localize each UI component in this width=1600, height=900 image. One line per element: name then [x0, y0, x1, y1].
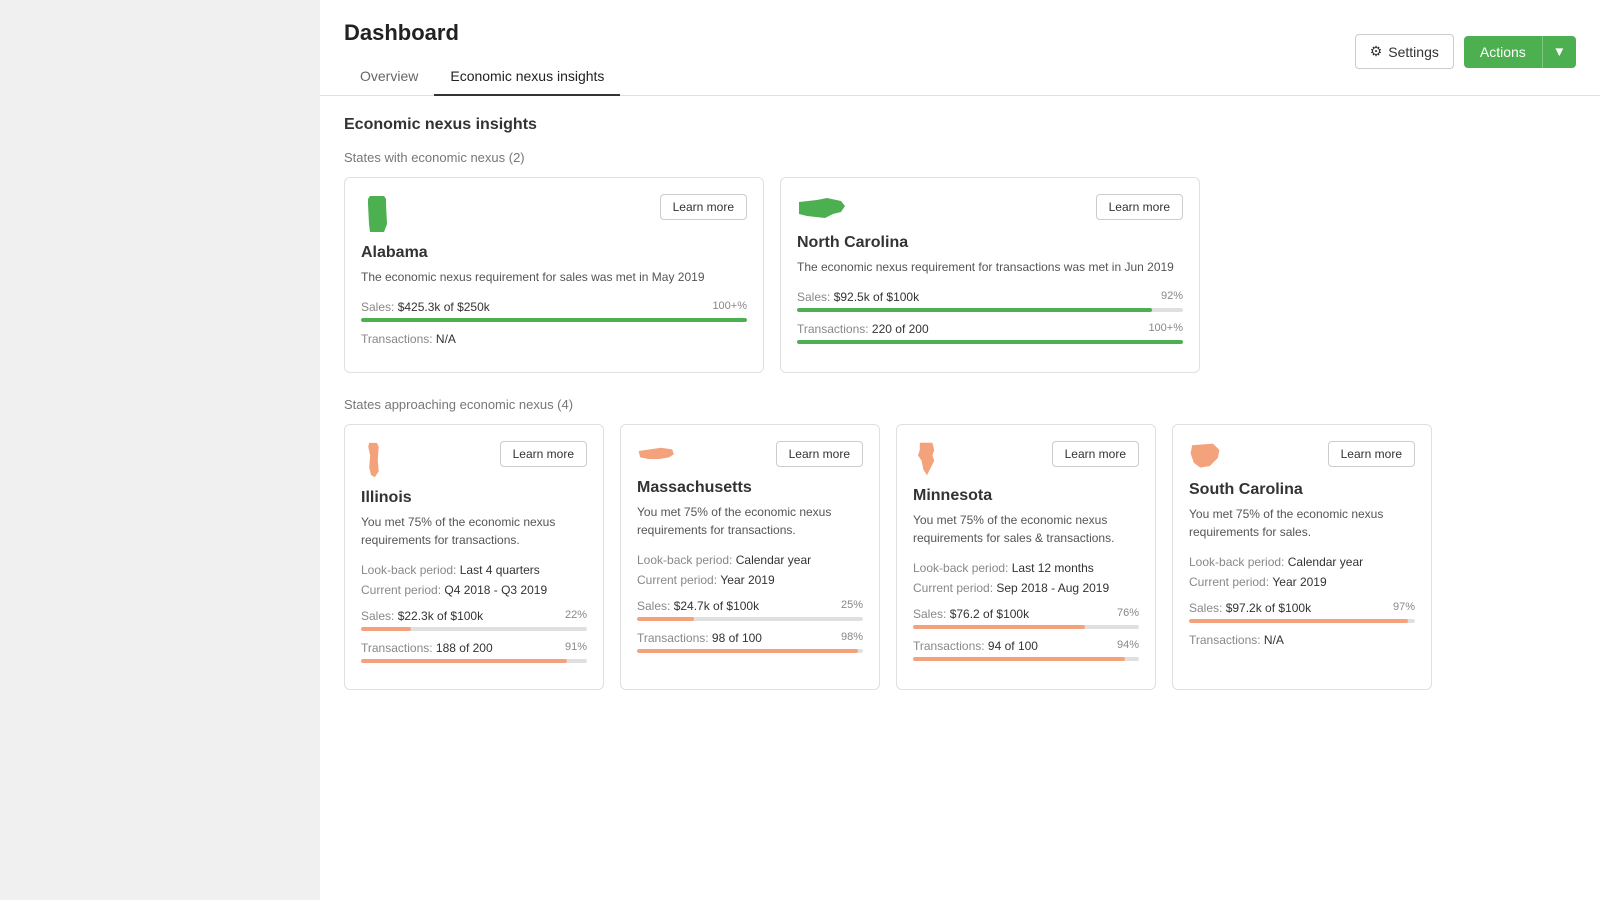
south-carolina-icon [1189, 441, 1221, 471]
sc-learn-more-button[interactable]: Learn more [1328, 441, 1415, 467]
illinois-transactions-bar [361, 659, 587, 663]
sc-desc: You met 75% of the economic nexus requir… [1189, 505, 1415, 541]
actions-button-group: Actions ▼ [1464, 36, 1576, 68]
illinois-icon [361, 441, 385, 479]
nc-transactions-bar [797, 340, 1183, 344]
ma-current: Current period: Year 2019 [637, 573, 863, 587]
mn-learn-more-button[interactable]: Learn more [1052, 441, 1139, 467]
illinois-name: Illinois [361, 489, 587, 507]
nexus-cards-row: Learn more Alabama The economic nexus re… [344, 177, 1576, 373]
ma-sales-metric: Sales: $24.7k of $100k 25% [637, 599, 863, 621]
mn-desc: You met 75% of the economic nexus requir… [913, 511, 1139, 547]
ma-transactions-metric: Transactions: 98 of 100 98% [637, 631, 863, 653]
header-right: ⚙ Settings Actions ▼ [1355, 34, 1576, 81]
alabama-learn-more-button[interactable]: Learn more [660, 194, 747, 220]
alabama-transactions-metric: Transactions: N/A [361, 332, 747, 346]
card-sc-header: Learn more [1189, 441, 1415, 471]
ma-learn-more-button[interactable]: Learn more [776, 441, 863, 467]
section-title: Economic nexus insights [344, 116, 1576, 134]
nexus-subsection-title: States with economic nexus (2) [344, 150, 1576, 165]
card-illinois-header: Learn more [361, 441, 587, 479]
ma-transactions-bar [637, 649, 863, 653]
mn-sales-bar [913, 625, 1139, 629]
illinois-learn-more-button[interactable]: Learn more [500, 441, 587, 467]
card-minnesota: Learn more Minnesota You met 75% of the … [896, 424, 1156, 690]
card-mn-header: Learn more [913, 441, 1139, 477]
card-south-carolina: Learn more South Carolina You met 75% of… [1172, 424, 1432, 690]
mn-transactions-metric: Transactions: 94 of 100 94% [913, 639, 1139, 661]
minnesota-icon [913, 441, 941, 477]
approaching-cards-row: Learn more Illinois You met 75% of the e… [344, 424, 1576, 690]
illinois-current: Current period: Q4 2018 - Q3 2019 [361, 583, 587, 597]
ma-sales-bar [637, 617, 863, 621]
card-ma-header: Learn more [637, 441, 863, 469]
sc-sales-bar [1189, 619, 1415, 623]
tab-overview[interactable]: Overview [344, 58, 434, 96]
card-massachusetts: Learn more Massachusetts You met 75% of … [620, 424, 880, 690]
approaching-subsection-title: States approaching economic nexus (4) [344, 397, 1576, 412]
nc-sales-metric: Sales: $92.5k of $100k 92% [797, 290, 1183, 312]
card-alabama: Learn more Alabama The economic nexus re… [344, 177, 764, 373]
gear-icon: ⚙ [1370, 43, 1383, 60]
tab-economic-nexus-insights[interactable]: Economic nexus insights [434, 58, 620, 96]
sc-current: Current period: Year 2019 [1189, 575, 1415, 589]
card-nc-header: Learn more [797, 194, 1183, 224]
sc-lookback: Look-back period: Calendar year [1189, 555, 1415, 569]
nc-learn-more-button[interactable]: Learn more [1096, 194, 1183, 220]
nc-sales-bar [797, 308, 1183, 312]
card-illinois: Learn more Illinois You met 75% of the e… [344, 424, 604, 690]
mn-current: Current period: Sep 2018 - Aug 2019 [913, 581, 1139, 595]
mn-sales-metric: Sales: $76.2 of $100k 76% [913, 607, 1139, 629]
actions-dropdown-button[interactable]: ▼ [1542, 36, 1576, 68]
header: Dashboard Overview Economic nexus insigh… [320, 0, 1600, 96]
alabama-sales-metric: Sales: $425.3k of $250k 100+% [361, 300, 747, 322]
north-carolina-icon [797, 194, 847, 224]
mn-name: Minnesota [913, 487, 1139, 505]
sc-name: South Carolina [1189, 481, 1415, 499]
alabama-desc: The economic nexus requirement for sales… [361, 268, 747, 286]
tabs: Overview Economic nexus insights [344, 58, 620, 95]
card-alabama-header: Learn more [361, 194, 747, 234]
ma-lookback: Look-back period: Calendar year [637, 553, 863, 567]
page-title: Dashboard [344, 20, 620, 46]
settings-button[interactable]: ⚙ Settings [1355, 34, 1454, 69]
illinois-desc: You met 75% of the economic nexus requir… [361, 513, 587, 549]
nc-name: North Carolina [797, 234, 1183, 252]
settings-label: Settings [1388, 44, 1439, 60]
content: Economic nexus insights States with econ… [320, 96, 1600, 710]
actions-button[interactable]: Actions [1464, 36, 1542, 68]
alabama-name: Alabama [361, 244, 747, 262]
ma-name: Massachusetts [637, 479, 863, 497]
mn-transactions-bar [913, 657, 1139, 661]
nc-transactions-metric: Transactions: 220 of 200 100+% [797, 322, 1183, 344]
sc-sales-metric: Sales: $97.2k of $100k 97% [1189, 601, 1415, 623]
header-left: Dashboard Overview Economic nexus insigh… [344, 20, 620, 95]
card-north-carolina: Learn more North Carolina The economic n… [780, 177, 1200, 373]
sc-transactions-metric: Transactions: N/A [1189, 633, 1415, 647]
illinois-transactions-metric: Transactions: 188 of 200 91% [361, 641, 587, 663]
ma-desc: You met 75% of the economic nexus requir… [637, 503, 863, 539]
mn-lookback: Look-back period: Last 12 months [913, 561, 1139, 575]
illinois-lookback: Look-back period: Last 4 quarters [361, 563, 587, 577]
alabama-icon [361, 194, 393, 234]
nc-desc: The economic nexus requirement for trans… [797, 258, 1183, 276]
alabama-sales-bar [361, 318, 747, 322]
illinois-sales-metric: Sales: $22.3k of $100k 22% [361, 609, 587, 631]
illinois-sales-bar [361, 627, 587, 631]
massachusetts-icon [637, 441, 677, 469]
